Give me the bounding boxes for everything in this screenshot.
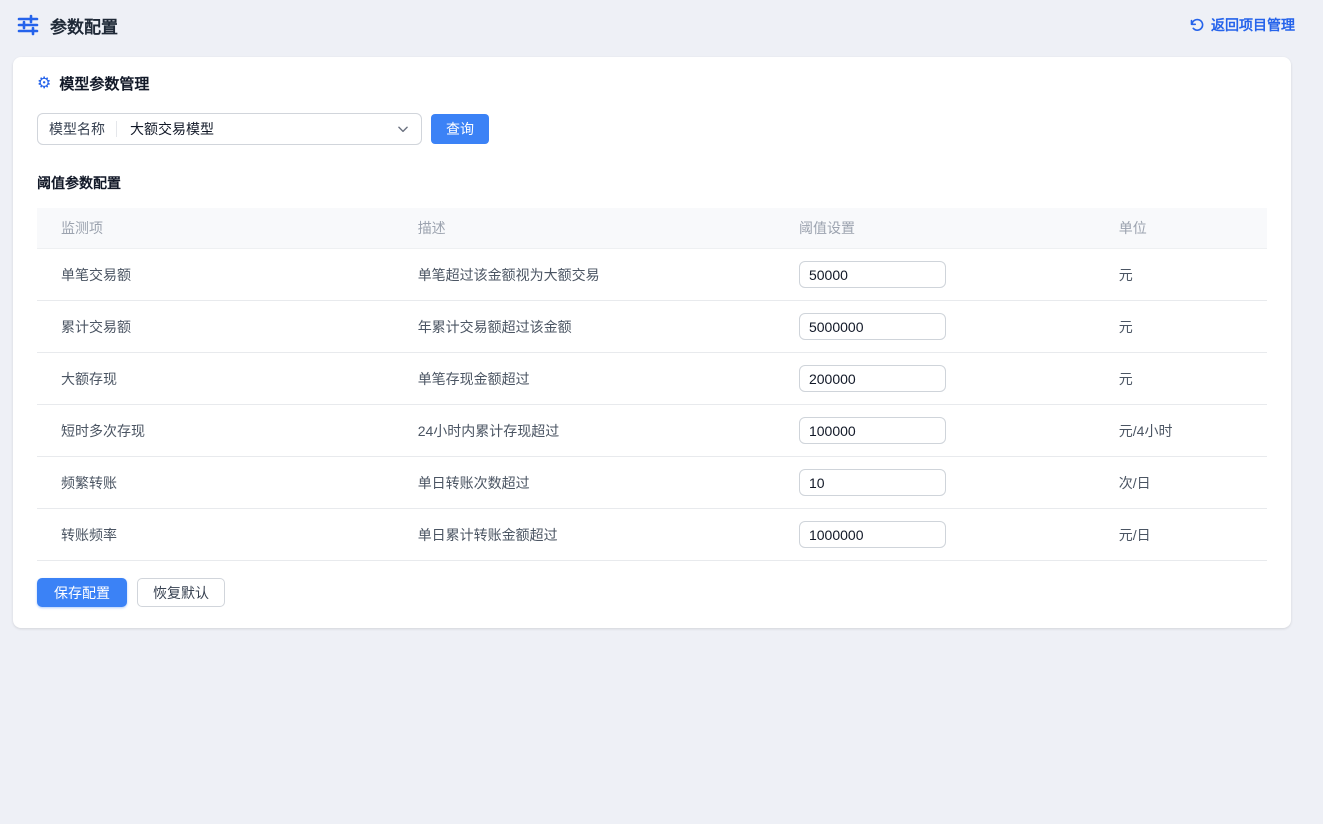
model-parameter-card: ⚙ 模型参数管理 模型名称 大额交易模型 查询 阈值参数配置 监测项 描述 阈值… — [13, 57, 1291, 628]
cell-monitor-item: 单笔交易额 — [37, 249, 394, 301]
table-body: 单笔交易额 单笔超过该金额视为大额交易 元 累计交易额 年累计交易额超过该金额 … — [37, 249, 1267, 561]
cell-description: 单日累计转账金额超过 — [394, 509, 775, 561]
threshold-input[interactable] — [799, 261, 946, 288]
selected-model-value: 大额交易模型 — [117, 119, 396, 139]
column-header-threshold: 阈值设置 — [775, 208, 1095, 249]
cell-unit: 次/日 — [1095, 457, 1267, 509]
cell-monitor-item: 短时多次存现 — [37, 405, 394, 457]
cell-description: 年累计交易额超过该金额 — [394, 301, 775, 353]
threshold-input[interactable] — [799, 313, 946, 340]
filter-row: 模型名称 大额交易模型 查询 — [37, 113, 1267, 145]
cell-description: 单笔超过该金额视为大额交易 — [394, 249, 775, 301]
sliders-icon — [16, 13, 40, 37]
cell-unit: 元/日 — [1095, 509, 1267, 561]
cell-description: 单笔存现金额超过 — [394, 353, 775, 405]
table-row: 大额存现 单笔存现金额超过 元 — [37, 353, 1267, 405]
model-name-select[interactable]: 模型名称 大额交易模型 — [37, 113, 422, 145]
undo-icon — [1189, 18, 1204, 33]
threshold-table: 监测项 描述 阈值设置 单位 单笔交易额 单笔超过该金额视为大额交易 元 累计交… — [37, 208, 1267, 561]
cell-monitor-item: 大额存现 — [37, 353, 394, 405]
cell-monitor-item: 频繁转账 — [37, 457, 394, 509]
threshold-input[interactable] — [799, 365, 946, 392]
cell-unit: 元 — [1095, 249, 1267, 301]
threshold-input[interactable] — [799, 521, 946, 548]
threshold-input[interactable] — [799, 417, 946, 444]
column-header-unit: 单位 — [1095, 208, 1267, 249]
column-header-desc: 描述 — [394, 208, 775, 249]
cell-threshold — [775, 405, 1095, 457]
cell-threshold — [775, 457, 1095, 509]
cell-unit: 元/4小时 — [1095, 405, 1267, 457]
gear-icon: ⚙ — [37, 76, 51, 92]
column-header-item: 监测项 — [37, 208, 394, 249]
cell-threshold — [775, 353, 1095, 405]
topbar-title-group: 参数配置 — [16, 13, 118, 38]
cell-monitor-item: 转账频率 — [37, 509, 394, 561]
cell-description: 单日转账次数超过 — [394, 457, 775, 509]
threshold-section-title: 阈值参数配置 — [37, 173, 1267, 193]
cell-threshold — [775, 509, 1095, 561]
card-title: 模型参数管理 — [59, 73, 149, 94]
table-header-row: 监测项 描述 阈值设置 单位 — [37, 208, 1267, 249]
chevron-down-icon — [396, 122, 410, 136]
cell-threshold — [775, 249, 1095, 301]
topbar: 参数配置 返回项目管理 — [0, 0, 1323, 50]
select-label: 模型名称 — [38, 119, 116, 139]
table-row: 频繁转账 单日转账次数超过 次/日 — [37, 457, 1267, 509]
table-row: 单笔交易额 单笔超过该金额视为大额交易 元 — [37, 249, 1267, 301]
table-row: 短时多次存现 24小时内累计存现超过 元/4小时 — [37, 405, 1267, 457]
cell-monitor-item: 累计交易额 — [37, 301, 394, 353]
cell-threshold — [775, 301, 1095, 353]
restore-default-button[interactable]: 恢复默认 — [137, 578, 225, 607]
card-header: ⚙ 模型参数管理 — [37, 73, 1267, 94]
back-to-project-link[interactable]: 返回项目管理 — [1189, 15, 1295, 35]
cell-unit: 元 — [1095, 353, 1267, 405]
table-row: 转账频率 单日累计转账金额超过 元/日 — [37, 509, 1267, 561]
back-link-label: 返回项目管理 — [1211, 15, 1295, 35]
cell-unit: 元 — [1095, 301, 1267, 353]
threshold-input[interactable] — [799, 469, 946, 496]
page-title: 参数配置 — [50, 13, 118, 38]
actions-row: 保存配置 恢复默认 — [37, 578, 1267, 607]
save-config-button[interactable]: 保存配置 — [37, 578, 127, 607]
query-button[interactable]: 查询 — [431, 114, 489, 144]
cell-description: 24小时内累计存现超过 — [394, 405, 775, 457]
table-row: 累计交易额 年累计交易额超过该金额 元 — [37, 301, 1267, 353]
